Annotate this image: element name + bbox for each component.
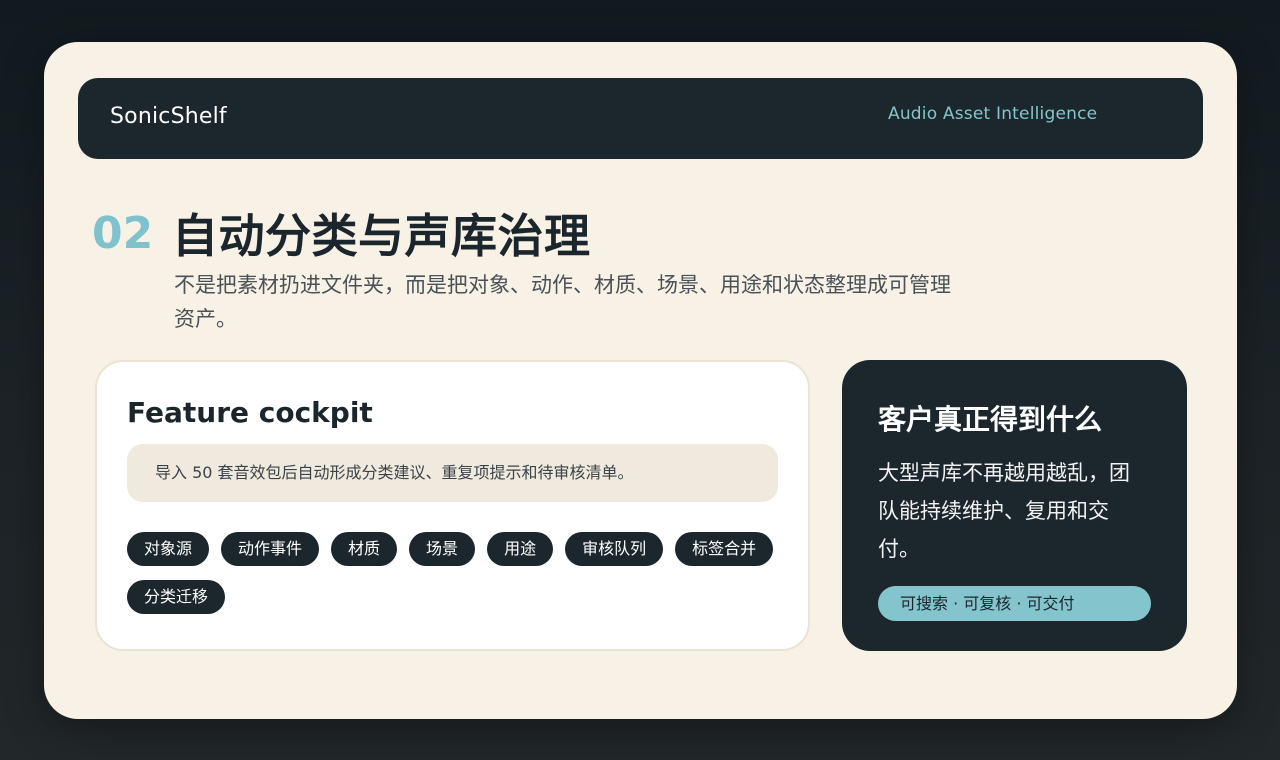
brand-tagline: Audio Asset Intelligence [888,104,1098,124]
benefit-body: 大型声库不再越用越乱，团队能持续维护、复用和交付。 [878,461,1130,561]
feature-note: 导入 50 套音效包后自动形成分类建议、重复项提示和待审核清单。 [127,444,778,502]
chip-scene[interactable]: 场景 [409,532,476,566]
slide-card: SonicShelf Audio Asset Intelligence 02 自… [44,42,1237,719]
feature-cockpit-panel: Feature cockpit 导入 50 套音效包后自动形成分类建议、重复项提… [95,360,810,651]
section-number: 02 [92,208,154,259]
chip-tag-merge[interactable]: 标签合并 [675,532,774,566]
chip-action-event[interactable]: 动作事件 [221,532,320,566]
top-bar: SonicShelf Audio Asset Intelligence [78,78,1203,159]
feature-panel-title: Feature cockpit [127,396,373,429]
section-description: 不是把素材扔进文件夹，而是把对象、动作、材质、场景、用途和状态整理成可管理资产。 [174,273,951,331]
brand-logo[interactable]: SonicShelf [110,104,227,129]
chip-object-source[interactable]: 对象源 [127,532,210,566]
benefit-title: 客户真正得到什么 [878,403,1103,436]
chip-review-queue[interactable]: 审核队列 [565,532,664,566]
chip-usage[interactable]: 用途 [487,532,554,566]
feature-chip-list: 对象源 动作事件 材质 场景 用途 审核队列 标签合并 分类迁移 [127,532,777,614]
chip-material[interactable]: 材质 [331,532,398,566]
customer-benefit-panel: 客户真正得到什么 大型声库不再越用越乱，团队能持续维护、复用和交付。 可搜索 ·… [842,360,1187,651]
section-title: 自动分类与声库治理 [172,209,591,263]
chip-category-migration[interactable]: 分类迁移 [127,580,226,614]
benefit-pill: 可搜索 · 可复核 · 可交付 [878,586,1151,621]
